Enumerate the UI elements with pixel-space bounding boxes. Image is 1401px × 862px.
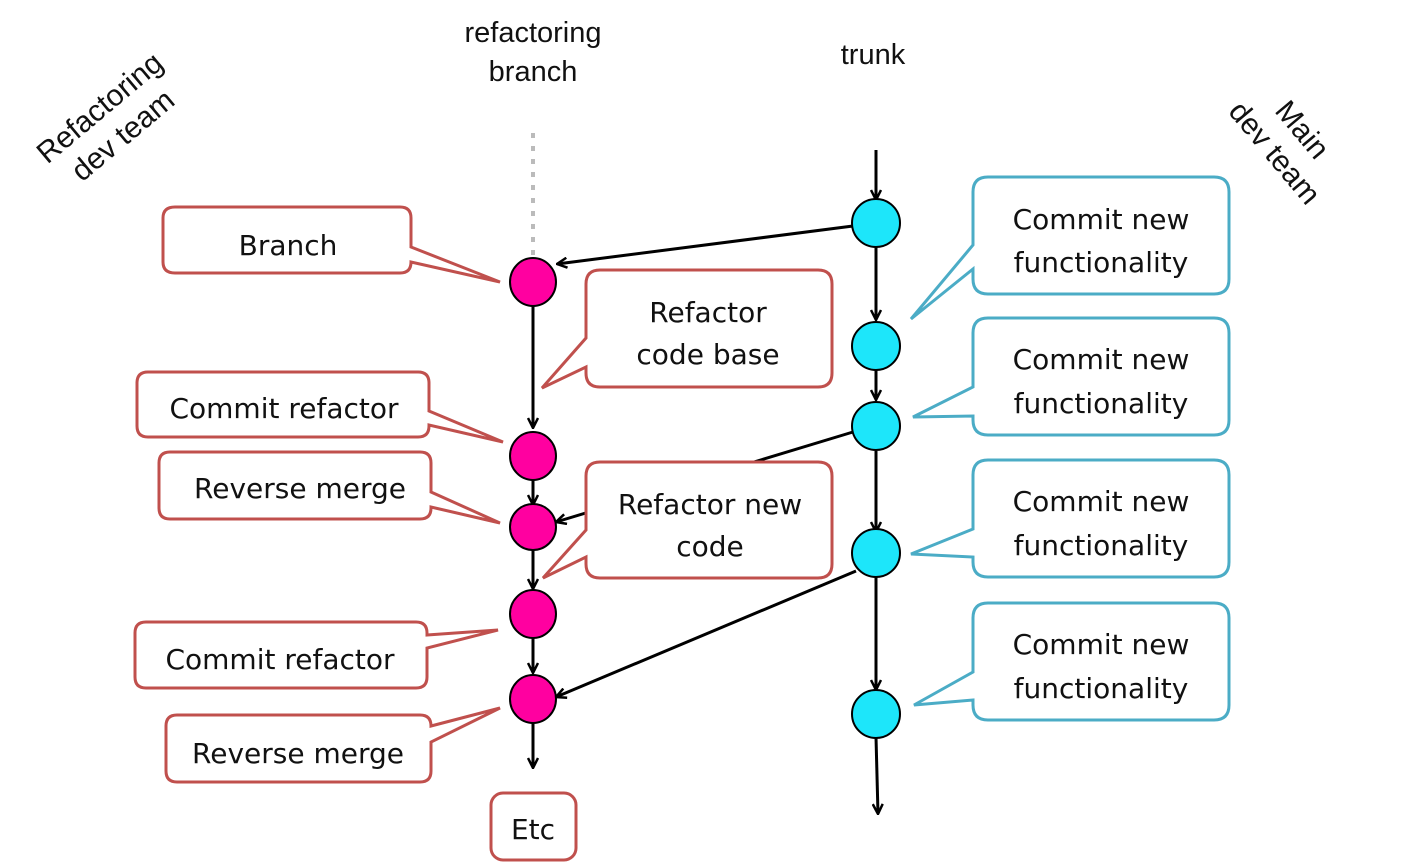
callout-reverse-merge-2: Reverse merge: [164, 706, 501, 784]
team-label-refactoring: Refactoring dev team: [31, 46, 181, 188]
callout-reverse-merge-1-text: Reverse merge: [194, 472, 406, 505]
team-label-main: Main dev team: [1222, 95, 1335, 212]
callout-etc: Etc: [489, 791, 578, 862]
callout-commit-new-4: Commit new functionality: [913, 601, 1231, 722]
callout-commit-new-2-line1: Commit new: [1013, 343, 1190, 376]
callout-commit-refactor-2: Commit refactor: [133, 620, 499, 690]
branch-commit-node[interactable]: [509, 589, 557, 639]
callout-commit-new-1-line2: functionality: [1014, 246, 1189, 279]
trunk-commit-node[interactable]: [851, 401, 901, 451]
callout-commit-new-1-line1: Commit new: [1013, 203, 1190, 236]
callout-commit-refactor-2-text: Commit refactor: [165, 643, 395, 676]
trunk-commit-node[interactable]: [851, 198, 901, 248]
branch-commit-node[interactable]: [509, 431, 557, 481]
branch-commit-node[interactable]: [509, 257, 557, 307]
callout-etc-text: Etc: [511, 813, 555, 846]
lane-title-refactoring-line1: refactoring: [464, 17, 601, 49]
callout-commit-refactor-1: Commit refactor: [135, 370, 504, 444]
callout-reverse-merge-1: Reverse merge: [157, 450, 501, 525]
callout-refactor-new-code-line2: code: [676, 530, 744, 563]
trunk-callouts: Commit new functionality Commit new func…: [909, 175, 1231, 722]
reverse-merge-edge: [556, 569, 857, 697]
callout-branch: Branch: [161, 205, 501, 284]
trunk-commit-node[interactable]: [851, 321, 901, 371]
lane-title-trunk: trunk: [841, 39, 906, 71]
callout-commit-new-3: Commit new functionality: [910, 458, 1231, 579]
trunk-edge: [876, 736, 878, 814]
branching-diagram: refactoring branch trunk Refactoring dev…: [31, 17, 1335, 862]
callout-refactor-code-base: Refactor code base: [540, 268, 834, 390]
trunk-commit-node[interactable]: [851, 528, 901, 578]
callout-commit-new-1: Commit new functionality: [909, 175, 1231, 321]
trunk-commit-node[interactable]: [851, 689, 901, 739]
callout-refactor-new-code-line1: Refactor new: [618, 488, 802, 521]
callout-commit-refactor-1-text: Commit refactor: [169, 392, 399, 425]
callout-commit-new-2-line2: functionality: [1014, 387, 1189, 420]
callout-commit-new-3-line2: functionality: [1014, 529, 1189, 562]
branch-creation-edge: [557, 224, 854, 264]
branch-callouts: Branch Refactor code base Commit refacto…: [133, 205, 834, 862]
lane-title-refactoring-line2: branch: [489, 56, 578, 88]
callout-commit-new-4-line2: functionality: [1014, 672, 1189, 705]
callout-refactor-code-base-line1: Refactor: [649, 296, 767, 329]
callout-refactor-new-code: Refactor new code: [541, 460, 834, 580]
callout-reverse-merge-2-text: Reverse merge: [192, 737, 404, 770]
callout-commit-new-4-line1: Commit new: [1013, 628, 1190, 661]
callout-commit-new-3-line1: Commit new: [1013, 485, 1190, 518]
callout-branch-text: Branch: [239, 229, 338, 262]
branch-commit-node[interactable]: [509, 674, 557, 724]
callout-refactor-code-base-line2: code base: [636, 338, 779, 371]
branch-commit-node[interactable]: [509, 503, 557, 551]
callout-commit-new-2: Commit new functionality: [912, 316, 1231, 437]
